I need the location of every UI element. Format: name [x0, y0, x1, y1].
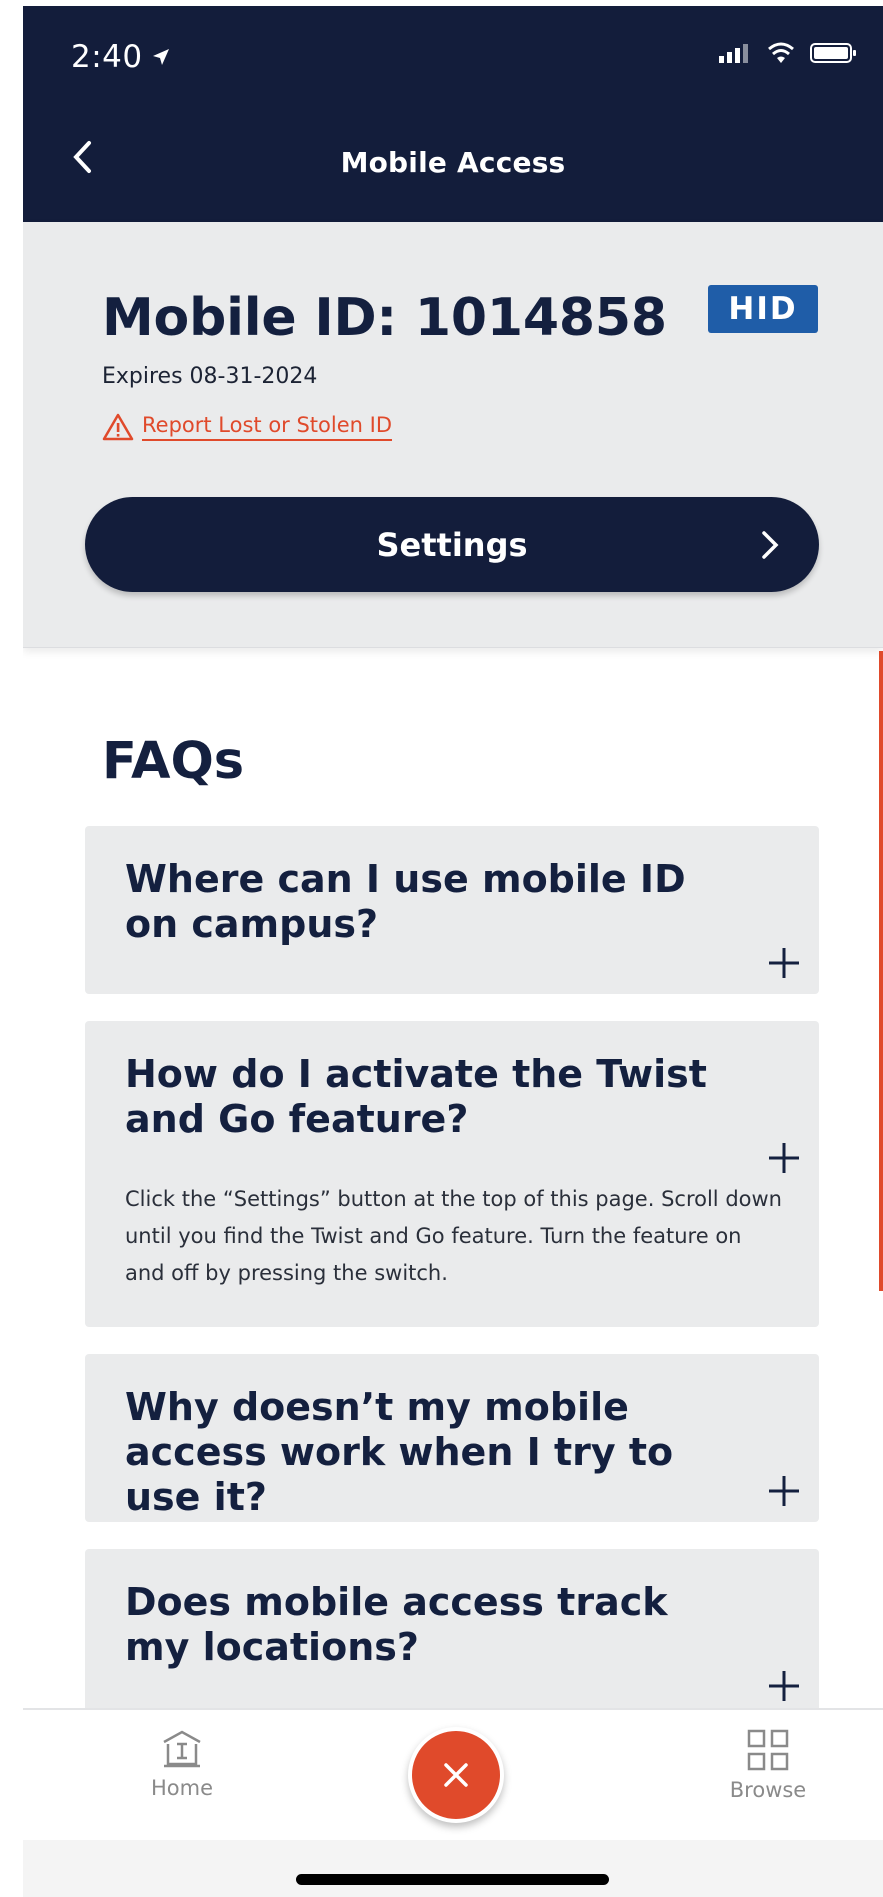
battery-icon — [810, 43, 856, 63]
close-fab-button[interactable] — [408, 1727, 504, 1823]
faqs-heading: FAQs — [102, 732, 245, 791]
mobile-id-panel: Mobile ID: 1014858 HID Expires 08-31-202… — [23, 222, 883, 648]
faq-item[interactable]: Does mobile access track my locations? — [85, 1549, 819, 1717]
home-building-icon — [163, 1730, 201, 1768]
home-indicator-area — [23, 1840, 883, 1897]
home-indicator[interactable] — [296, 1874, 609, 1885]
report-lost-stolen-link[interactable]: Report Lost or Stolen ID — [102, 412, 392, 442]
tab-browse-label: Browse — [729, 1778, 807, 1802]
plus-icon[interactable] — [765, 944, 803, 982]
tab-home[interactable]: Home — [117, 1728, 247, 1800]
report-link-label: Report Lost or Stolen ID — [142, 413, 392, 441]
faq-question: Why doesn’t my mobile access work when I… — [125, 1385, 674, 1519]
signal-icon — [719, 44, 748, 63]
wifi-icon — [768, 42, 794, 63]
status-icons — [718, 41, 858, 65]
settings-button-label: Settings — [376, 525, 528, 564]
status-time: 2:40 — [71, 39, 171, 75]
faq-item[interactable]: Why doesn’t my mobile access work when I… — [85, 1354, 819, 1522]
page-title: Mobile Access — [340, 146, 566, 179]
plus-icon[interactable] — [765, 1667, 803, 1705]
expiration-date: Expires 08-31-2024 — [102, 364, 318, 389]
close-icon — [444, 1763, 468, 1787]
mobile-id-title: Mobile ID: 1014858 — [102, 288, 667, 348]
faq-answer: Click the “Settings” button at the top o… — [125, 1187, 782, 1285]
tab-browse[interactable]: Browse — [703, 1728, 833, 1802]
faq-item[interactable]: How do I activate the Twist and Go featu… — [85, 1021, 819, 1327]
settings-button[interactable]: Settings — [85, 497, 819, 592]
faq-question: Where can I use mobile ID on campus? — [125, 857, 686, 946]
mobile-access-screen: 2:40 Mobile Access Mobile ID: 1014858 HI… — [23, 6, 883, 1897]
scroll-indicator[interactable] — [879, 651, 883, 1291]
faq-question: How do I activate the Twist and Go featu… — [125, 1052, 707, 1141]
faq-question: Does mobile access track my locations? — [125, 1580, 668, 1669]
tab-home-label: Home — [150, 1776, 213, 1800]
location-arrow-icon — [152, 49, 169, 65]
warning-triangle-icon — [102, 413, 134, 441]
header-bar: 2:40 Mobile Access — [23, 6, 883, 222]
chevron-right-icon — [762, 531, 779, 559]
hid-logo: HID — [708, 285, 818, 333]
plus-icon[interactable] — [765, 1139, 803, 1177]
status-time-text: 2:40 — [71, 39, 143, 75]
grid-icon — [747, 1729, 789, 1771]
bottom-tab-bar: Home Browse — [23, 1708, 883, 1840]
faq-item[interactable]: Where can I use mobile ID on campus? — [85, 826, 819, 994]
plus-icon[interactable] — [765, 1472, 803, 1510]
